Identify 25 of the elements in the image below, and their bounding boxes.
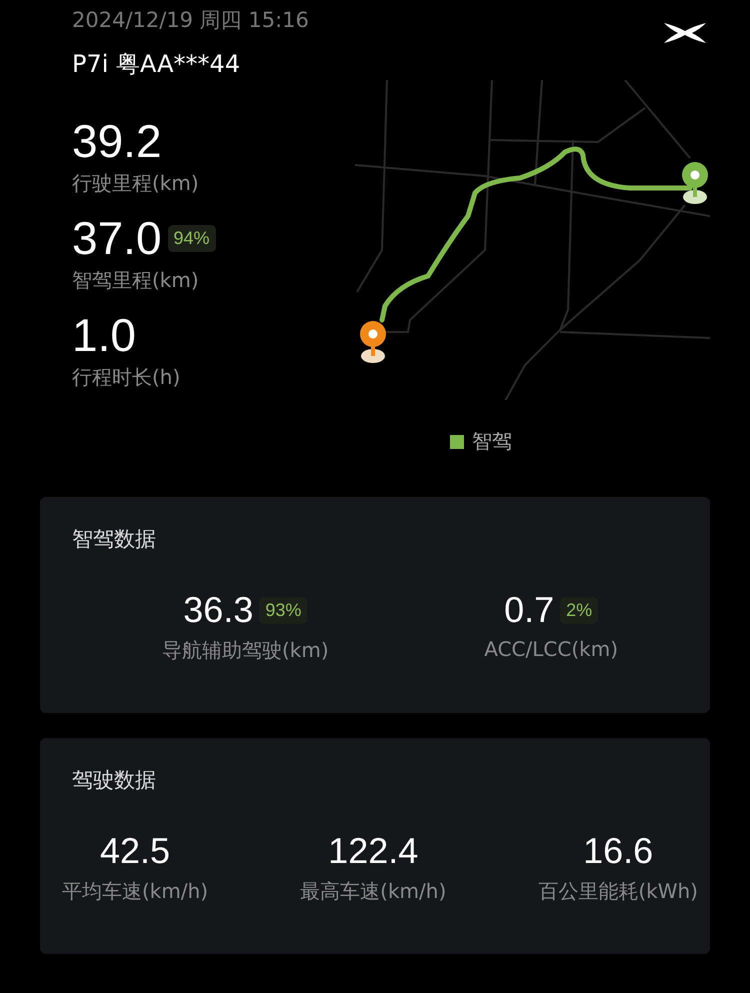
stat-label: 智驾里程(km) — [72, 267, 200, 294]
stat-value: 37.0 — [72, 211, 162, 265]
metric-label: 平均车速(km/h) — [62, 878, 208, 905]
legend-label: 智驾 — [472, 428, 512, 455]
metric-value: 42.5 — [100, 830, 170, 872]
stat-value: 39.2 — [72, 114, 162, 168]
date-time: 2024/12/19 周四 15:16 — [72, 7, 309, 34]
percent-badge: 93% — [259, 596, 308, 624]
metric-label: 百公里能耗(kWh) — [538, 878, 698, 905]
metric-label: 最高车速(km/h) — [300, 878, 446, 905]
stat-label: 行驶里程(km) — [72, 170, 200, 197]
card-title: 智驾数据 — [72, 526, 157, 553]
stat-value: 1.0 — [72, 308, 136, 362]
card-title: 驾驶数据 — [72, 767, 157, 794]
metric-value: 0.7 — [504, 589, 554, 631]
logo-icon — [662, 20, 708, 46]
stat-label: 行程时长(h) — [72, 364, 182, 391]
metric-value: 122.4 — [328, 830, 418, 872]
percent-badge: 2% — [560, 596, 598, 624]
metric-label: ACC/LCC(km) — [484, 637, 618, 661]
metric-value: 36.3 — [183, 589, 254, 631]
percent-badge: 94% — [168, 224, 216, 252]
metric-value: 16.6 — [583, 830, 654, 872]
vehicle-plate: P7i 粤AA***44 — [72, 49, 242, 80]
metric-label: 导航辅助驾驶(km) — [162, 637, 329, 664]
